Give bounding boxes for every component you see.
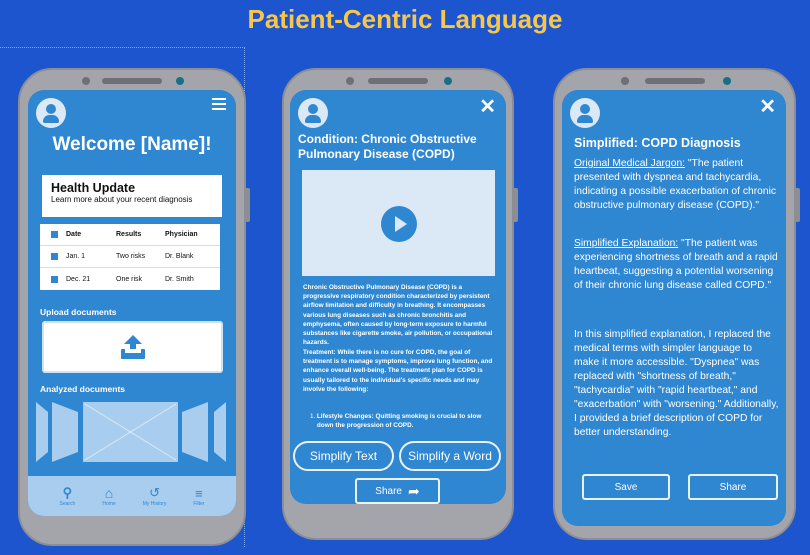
share-icon: ➦ [407, 482, 420, 499]
cell-date: Dec. 21 [66, 275, 91, 283]
analyzed-label: Analyzed documents [40, 384, 126, 394]
treatment-list-item: 1. Lifestyle Changes: Quitting smoking i… [310, 412, 498, 430]
cell-date: Jan. 1 [66, 253, 86, 260]
simplify-word-button[interactable]: Simplify a Word [399, 441, 501, 471]
condition-heading: Condition: Chronic Obstructive Pulmonary… [298, 132, 477, 161]
upload-icon [121, 335, 145, 359]
nav-label: Home [102, 501, 116, 507]
search-icon: ⚲ [62, 485, 73, 500]
list-text: Lifestyle Changes: Quitting smoking is c… [316, 413, 482, 430]
table-row[interactable]: Dec. 21 One risk Dr. Smith [40, 268, 220, 290]
home-icon: ⌂ [104, 485, 114, 501]
welcome-heading: Welcome [Name]! [52, 134, 212, 155]
health-update-title: Health Update [51, 181, 136, 195]
page-title: Patient-Centric Language [247, 4, 563, 34]
nav-label: Filter [193, 500, 205, 507]
play-icon[interactable] [381, 206, 417, 242]
cell-results: One risk [116, 275, 143, 283]
history-icon: ↺ [149, 485, 160, 500]
nav-home[interactable]: ⌂ Home [102, 485, 115, 507]
checkbox[interactable] [51, 231, 58, 238]
explanation-text: In this simplified explanation, I replac… [574, 329, 779, 438]
cell-physician: Dr. Blank [165, 253, 194, 260]
video-player[interactable] [302, 170, 495, 276]
simple-label: Simplified Explanation: [574, 238, 679, 249]
avatar-icon[interactable] [570, 98, 600, 128]
filter-icon: ≡ [195, 485, 203, 501]
nav-history[interactable]: ↺ My History [143, 485, 167, 507]
share-label: Share [375, 485, 402, 497]
treatment-description: Treatment: While there is no cure for CO… [303, 349, 493, 393]
list-number: 1. [310, 413, 316, 420]
checkbox[interactable] [51, 253, 58, 260]
share-button[interactable]: Share ➦ [355, 478, 440, 504]
upload-button[interactable] [42, 321, 223, 373]
table-row[interactable]: Jan. 1 Two risks Dr. Blank [40, 246, 220, 268]
nav-label: Search [59, 501, 76, 507]
nav-search[interactable]: ⚲ Search [60, 485, 76, 507]
results-table: Date Results Physician Jan. 1 Two risks … [40, 224, 220, 290]
nav-filter[interactable]: ≡ Filter [193, 486, 204, 507]
simplified-heading: Simplified: COPD Diagnosis [574, 136, 741, 150]
simplify-text-button[interactable]: Simplify Text [293, 441, 394, 471]
phone-simplified: ✕ Simplified: COPD Diagnosis Original Me… [553, 68, 800, 540]
avatar-icon[interactable] [36, 98, 66, 128]
cell-physician: Dr. Smith [165, 275, 194, 283]
phone-condition: ✕ Condition: Chronic Obstructive Pulmona… [282, 68, 518, 540]
phone-home: Welcome [Name]! Health Update Learn more… [18, 68, 250, 546]
simple-block: Simplified Explanation: "The patient was… [574, 237, 779, 293]
close-icon[interactable]: ✕ [479, 94, 496, 119]
upload-label: Upload documents [40, 307, 117, 317]
avatar-icon[interactable] [298, 98, 328, 128]
bottom-nav: ⚲ Search ⌂ Home ↺ My History ≡ Filter [28, 476, 236, 516]
header-date: Date [66, 231, 82, 238]
share-button[interactable]: Share [688, 474, 778, 500]
header-physician: Physician [165, 231, 198, 238]
close-icon[interactable]: ✕ [759, 94, 776, 119]
jargon-block: Original Medical Jargon: "The patient pr… [574, 157, 779, 213]
health-update-subtitle: Learn more about your recent diagnosis [51, 195, 193, 204]
nav-label: My History [142, 501, 167, 507]
jargon-label: Original Medical Jargon: [574, 158, 686, 169]
health-update-card[interactable]: Health Update Learn more about your rece… [42, 175, 222, 217]
document-carousel[interactable] [28, 400, 236, 464]
save-button[interactable]: Save [582, 474, 670, 500]
table-header: Date Results Physician [40, 224, 220, 246]
header-results: Results [116, 231, 142, 238]
condition-description: Chronic Obstructive Pulmonary Disease (C… [303, 284, 493, 347]
menu-icon[interactable] [212, 98, 226, 110]
cell-results: Two risks [116, 253, 146, 260]
checkbox[interactable] [51, 275, 58, 283]
